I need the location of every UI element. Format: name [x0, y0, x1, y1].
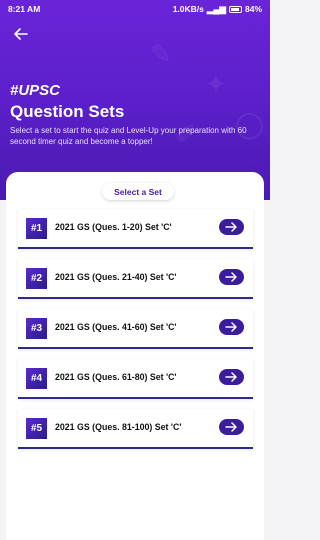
open-set-button[interactable] [219, 219, 244, 235]
open-set-button[interactable] [219, 419, 244, 435]
arrow-right-icon [225, 372, 237, 382]
list-item[interactable]: #2 2021 GS (Ques. 21-40) Set 'C' [18, 259, 253, 299]
set-title: 2021 GS (Ques. 81-100) Set 'C' [55, 422, 182, 432]
list-item[interactable]: #4 2021 GS (Ques. 61-80) Set 'C' [18, 359, 253, 399]
set-title: 2021 GS (Ques. 21-40) Set 'C' [55, 272, 177, 282]
set-title: 2021 GS (Ques. 1-20) Set 'C' [55, 222, 172, 232]
set-number-badge: #2 [26, 268, 47, 289]
open-set-button[interactable] [219, 319, 244, 335]
set-number-badge: #3 [26, 318, 47, 339]
set-number-badge: #5 [26, 418, 47, 439]
set-number-badge: #4 [26, 368, 47, 389]
arrow-right-icon [225, 272, 237, 282]
set-title: 2021 GS (Ques. 61-80) Set 'C' [55, 372, 177, 382]
open-set-button[interactable] [219, 269, 244, 285]
set-number-badge: #1 [26, 218, 47, 239]
list-item[interactable]: #1 2021 GS (Ques. 1-20) Set 'C' [18, 209, 253, 249]
open-set-button[interactable] [219, 369, 244, 385]
set-title: 2021 GS (Ques. 41-60) Set 'C' [55, 322, 177, 332]
arrow-right-icon [225, 222, 237, 232]
list-item[interactable]: #3 2021 GS (Ques. 41-60) Set 'C' [18, 309, 253, 349]
arrow-right-icon [225, 322, 237, 332]
list-item[interactable]: #5 2021 GS (Ques. 81-100) Set 'C' [18, 409, 253, 449]
arrow-right-icon [225, 422, 237, 432]
set-list: #1 2021 GS (Ques. 1-20) Set 'C' #2 2021 … [0, 0, 270, 540]
